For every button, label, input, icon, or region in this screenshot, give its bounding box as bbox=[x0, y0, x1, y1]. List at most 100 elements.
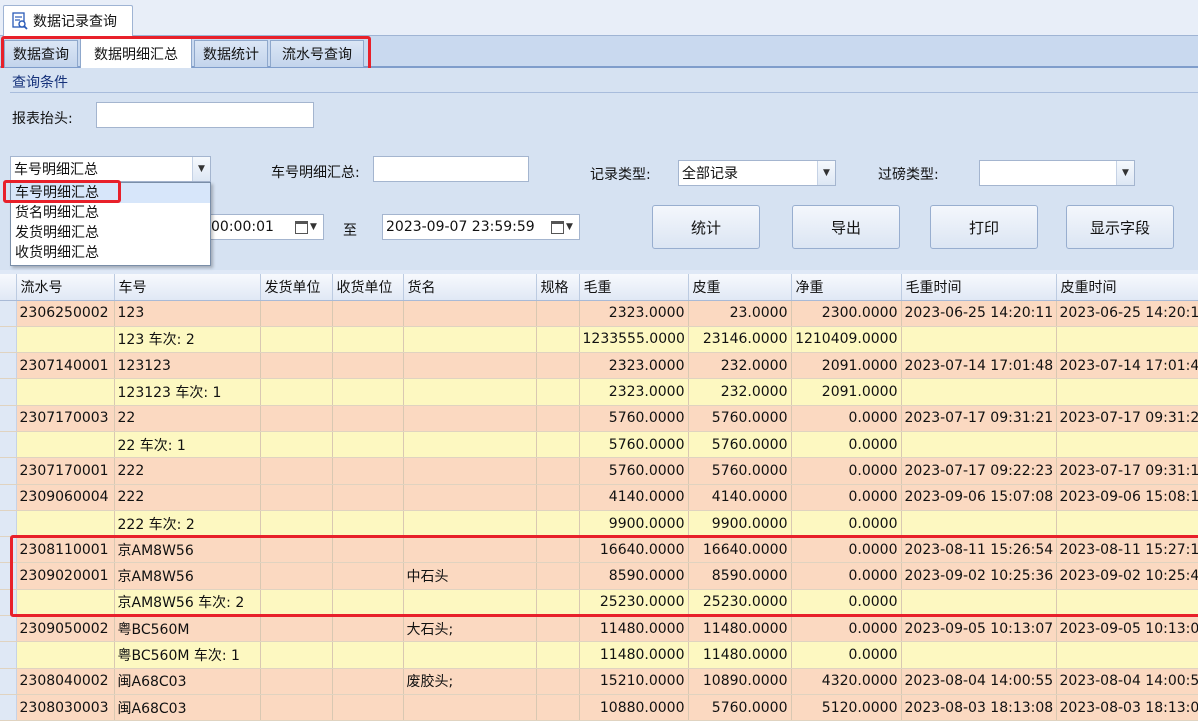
table-cell[interactable] bbox=[403, 352, 537, 380]
table-cell[interactable] bbox=[536, 405, 580, 432]
table-cell[interactable]: 0.0000 bbox=[791, 562, 902, 590]
table-cell[interactable] bbox=[1056, 589, 1198, 617]
table-cell[interactable] bbox=[536, 484, 580, 511]
table-cell[interactable]: 0.0000 bbox=[791, 431, 902, 459]
tab-serial-query[interactable]: 流水号查询 bbox=[270, 40, 364, 67]
calendar-icon[interactable]: ▼ bbox=[545, 215, 579, 239]
table-cell[interactable] bbox=[260, 536, 333, 564]
table-cell[interactable]: 0.0000 bbox=[791, 405, 902, 432]
column-header[interactable]: 皮重 bbox=[688, 274, 792, 301]
table-cell[interactable]: 1233555.0000 bbox=[579, 326, 689, 354]
table-cell[interactable]: 22 bbox=[114, 405, 261, 432]
table-cell[interactable] bbox=[260, 300, 333, 327]
table-cell[interactable] bbox=[260, 589, 333, 617]
table-cell[interactable]: 123123 bbox=[114, 352, 261, 380]
table-cell[interactable]: 2023-08-04 14:00:55 bbox=[901, 668, 1057, 695]
table-cell[interactable] bbox=[332, 536, 404, 564]
table-cell[interactable] bbox=[332, 641, 404, 669]
table-cell[interactable]: 5760.0000 bbox=[688, 405, 792, 432]
row-indicator[interactable] bbox=[0, 326, 17, 354]
table-cell[interactable]: 4140.0000 bbox=[579, 484, 689, 511]
row-indicator[interactable] bbox=[0, 431, 17, 459]
table-row[interactable]: 2309060004 222 4140.0000 4140.0000 0.0000 202… bbox=[0, 484, 1198, 511]
table-row[interactable]: 2309050002 粤BC560M 大石头; 11480.0000 11480.000… bbox=[0, 615, 1198, 643]
subtotal-row[interactable]: 222 车次: 2 9900.0000 9900.0000 0.0000 bbox=[0, 510, 1198, 538]
table-cell[interactable]: 2023-07-14 17:01:48 bbox=[901, 352, 1057, 380]
table-cell[interactable]: 10880.0000 bbox=[579, 694, 689, 722]
table-cell[interactable]: 5760.0000 bbox=[688, 457, 792, 485]
table-cell[interactable]: 2023-09-06 15:08:10 bbox=[1056, 484, 1198, 511]
table-cell[interactable]: 2023-08-11 15:27:1 bbox=[1056, 536, 1198, 564]
print-button[interactable]: 打印 bbox=[930, 205, 1038, 249]
row-indicator[interactable] bbox=[0, 300, 17, 327]
table-cell[interactable]: 0.0000 bbox=[791, 589, 902, 617]
table-cell[interactable] bbox=[16, 326, 115, 354]
table-cell[interactable]: 京AM8W56 bbox=[114, 536, 261, 564]
tab-data-query[interactable]: 数据查询 bbox=[4, 40, 78, 67]
dropdown-item-goods-summary[interactable]: 货名明细汇总 bbox=[11, 203, 210, 223]
table-cell[interactable]: 0.0000 bbox=[791, 457, 902, 485]
column-header[interactable]: 流水号 bbox=[16, 274, 115, 301]
table-cell[interactable] bbox=[1056, 510, 1198, 538]
table-cell[interactable] bbox=[332, 352, 404, 380]
table-cell[interactable]: 废胶头; bbox=[403, 668, 537, 695]
table-cell[interactable] bbox=[403, 431, 537, 459]
table-cell[interactable]: 222 车次: 2 bbox=[114, 510, 261, 538]
table-cell[interactable] bbox=[403, 536, 537, 564]
table-cell[interactable]: 9900.0000 bbox=[579, 510, 689, 538]
subtotal-row[interactable]: 123123 车次: 1 2323.0000 232.0000 2091.0000 bbox=[0, 378, 1198, 406]
table-cell[interactable]: 232.0000 bbox=[688, 378, 792, 406]
table-cell[interactable]: 123123 车次: 1 bbox=[114, 378, 261, 406]
table-cell[interactable]: 16640.0000 bbox=[579, 536, 689, 564]
row-indicator[interactable] bbox=[0, 352, 17, 380]
table-cell[interactable] bbox=[536, 668, 580, 695]
table-cell[interactable] bbox=[536, 378, 580, 406]
table-cell[interactable]: 中石头 bbox=[403, 562, 537, 590]
table-cell[interactable] bbox=[332, 694, 404, 722]
column-header[interactable]: 货名 bbox=[403, 274, 537, 301]
row-indicator[interactable] bbox=[0, 562, 17, 590]
column-header[interactable]: 规格 bbox=[536, 274, 580, 301]
table-cell[interactable]: 123 bbox=[114, 300, 261, 327]
row-indicator[interactable] bbox=[0, 457, 17, 485]
table-cell[interactable] bbox=[1056, 431, 1198, 459]
table-cell[interactable] bbox=[403, 405, 537, 432]
table-cell[interactable] bbox=[536, 510, 580, 538]
table-cell[interactable]: 闽A68C03 bbox=[114, 694, 261, 722]
table-row[interactable]: 2307170001 222 5760.0000 5760.0000 0.0000 202… bbox=[0, 457, 1198, 485]
table-cell[interactable]: 2306250002 bbox=[16, 300, 115, 327]
table-cell[interactable]: 5760.0000 bbox=[579, 457, 689, 485]
table-row[interactable]: 2308030003 闽A68C03 10880.0000 5760.0000 5120… bbox=[0, 694, 1198, 722]
table-cell[interactable]: 2091.0000 bbox=[791, 352, 902, 380]
table-cell[interactable]: 0.0000 bbox=[791, 615, 902, 643]
table-cell[interactable]: 2023-09-05 10:13:07 bbox=[901, 615, 1057, 643]
table-cell[interactable]: 2307170003 bbox=[16, 405, 115, 432]
table-row[interactable]: 2308040002 闽A68C03 废胶头; 15210.0000 10890.000… bbox=[0, 668, 1198, 695]
table-cell[interactable]: 2023-07-17 09:31:12 bbox=[1056, 457, 1198, 485]
table-cell[interactable] bbox=[536, 562, 580, 590]
table-cell[interactable] bbox=[332, 589, 404, 617]
table-cell[interactable]: 2023-08-03 18:13:08 bbox=[901, 694, 1057, 722]
subtotal-row[interactable]: 123 车次: 2 1233555.0000 23146.0000 1210409.0… bbox=[0, 326, 1198, 354]
table-cell[interactable] bbox=[536, 615, 580, 643]
table-cell[interactable] bbox=[260, 431, 333, 459]
table-cell[interactable] bbox=[536, 431, 580, 459]
table-cell[interactable]: 22 车次: 1 bbox=[114, 431, 261, 459]
table-cell[interactable]: 0.0000 bbox=[791, 536, 902, 564]
table-cell[interactable] bbox=[536, 536, 580, 564]
table-cell[interactable] bbox=[1056, 641, 1198, 669]
row-indicator[interactable] bbox=[0, 405, 17, 432]
table-cell[interactable] bbox=[332, 431, 404, 459]
table-row[interactable]: 2306250002 123 2323.0000 23.0000 2300.0000 20… bbox=[0, 300, 1198, 327]
table-cell[interactable]: 0.0000 bbox=[791, 641, 902, 669]
table-cell[interactable] bbox=[332, 457, 404, 485]
table-cell[interactable]: 0.0000 bbox=[791, 484, 902, 511]
column-header[interactable]: 收货单位 bbox=[332, 274, 404, 301]
table-cell[interactable] bbox=[901, 431, 1057, 459]
table-cell[interactable] bbox=[403, 484, 537, 511]
table-cell[interactable]: 8590.0000 bbox=[688, 562, 792, 590]
table-cell[interactable]: 2323.0000 bbox=[579, 300, 689, 327]
table-cell[interactable]: 粤BC560M 车次: 1 bbox=[114, 641, 261, 669]
table-cell[interactable] bbox=[260, 641, 333, 669]
table-cell[interactable] bbox=[403, 589, 537, 617]
